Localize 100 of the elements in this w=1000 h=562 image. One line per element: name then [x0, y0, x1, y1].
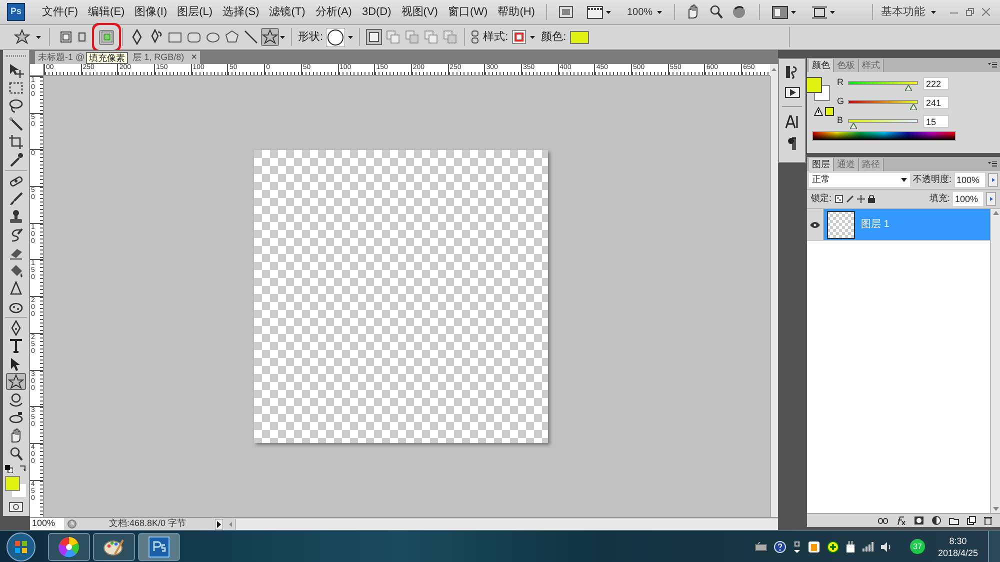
close-icon[interactable]: [982, 8, 990, 16]
show-desktop-button[interactable]: [988, 531, 1000, 562]
half-circle-icon[interactable]: [932, 516, 941, 525]
opacity-field[interactable]: 100%: [954, 173, 985, 187]
menu-item[interactable]: 滤镜(T): [264, 4, 310, 20]
tool-button[interactable]: [6, 373, 26, 390]
caret-icon[interactable]: [280, 36, 285, 38]
caret-icon[interactable]: [931, 10, 936, 14]
style-picker-icon[interactable]: [512, 30, 526, 44]
panel-tab[interactable]: 颜色: [809, 59, 834, 72]
trash-icon[interactable]: [984, 516, 992, 525]
menu-item[interactable]: 分析(A): [310, 4, 357, 20]
tool-button[interactable]: [6, 133, 26, 150]
new-layer-icon[interactable]: [967, 516, 976, 525]
volume-icon[interactable]: [880, 542, 891, 552]
fill-field[interactable]: 100%: [953, 192, 983, 206]
color-spectrum-bar[interactable]: [812, 131, 956, 141]
menu-item[interactable]: 图层(L): [172, 4, 218, 20]
zoom-icon[interactable]: [708, 4, 724, 20]
quick-mask-icon[interactable]: [9, 502, 23, 512]
channel-value-field[interactable]: 222: [923, 76, 949, 90]
signal-icon[interactable]: [862, 542, 874, 552]
gamut-color-swatch[interactable]: [825, 107, 834, 116]
link-icon[interactable]: [471, 30, 480, 44]
tab-close[interactable]: ×: [191, 52, 197, 62]
horizontal-scrollbar[interactable]: [235, 518, 778, 530]
scroll-up-icon[interactable]: [770, 64, 778, 76]
caret-icon[interactable]: [790, 10, 796, 14]
menu-item[interactable]: 图像(I): [130, 4, 172, 20]
shape-tool-button[interactable]: [261, 28, 279, 46]
panel-menu-icon[interactable]: [988, 161, 997, 167]
panel-tab[interactable]: 图层: [809, 158, 834, 171]
channel-value-field[interactable]: 15: [923, 114, 949, 128]
caret-icon[interactable]: [606, 10, 611, 14]
shape-picker-icon[interactable]: [326, 28, 346, 46]
keyboard-icon[interactable]: [754, 542, 767, 551]
color-swatches-drawing[interactable]: [806, 77, 830, 101]
default-colors-icon[interactable]: [5, 465, 13, 473]
scroll-up-icon[interactable]: [992, 211, 998, 215]
mask-icon[interactable]: [914, 516, 924, 525]
new-shape-area-icon[interactable]: [366, 29, 382, 45]
menu-item[interactable]: 编辑(E): [83, 4, 130, 20]
lock-icon[interactable]: [868, 195, 875, 203]
scroll-down-icon[interactable]: [992, 507, 998, 511]
layout-icon[interactable]: [772, 6, 788, 18]
panel-menu-icon[interactable]: [988, 62, 997, 68]
shape-tool-button[interactable]: [242, 28, 260, 46]
workspace-switcher[interactable]: 基本功能: [881, 4, 925, 20]
taskbar-button[interactable]: [138, 532, 180, 560]
screen-mode-icon[interactable]: [812, 6, 827, 18]
caret-icon[interactable]: [656, 10, 662, 14]
swap-colors-icon[interactable]: [19, 465, 27, 473]
menu-item[interactable]: 文件(F): [37, 4, 84, 20]
caret-icon[interactable]: [830, 10, 835, 14]
help-icon[interactable]: [774, 540, 786, 552]
menu-item[interactable]: 窗口(W): [442, 4, 493, 20]
zoom-field[interactable]: 100%: [30, 518, 64, 530]
color-swatch[interactable]: [570, 30, 590, 44]
lock-position-icon[interactable]: [856, 195, 865, 203]
character-panel-icon[interactable]: [785, 115, 799, 129]
menu-item[interactable]: 3D(D): [356, 4, 396, 20]
caret-icon[interactable]: [36, 36, 41, 38]
taskbar-button[interactable]: [93, 532, 135, 560]
paragraph-panel-icon[interactable]: [787, 137, 797, 151]
caret-icon[interactable]: [348, 36, 354, 38]
menu-item[interactable]: 视图(V): [396, 4, 443, 20]
plug-icon[interactable]: [846, 540, 855, 552]
taskbar-button[interactable]: [48, 532, 90, 560]
fill-pixels-icon: [100, 31, 112, 43]
shape-label: 形状:: [298, 30, 324, 45]
actions-panel-icon[interactable]: [784, 87, 800, 98]
fx-icon[interactable]: [896, 516, 906, 525]
box-icon[interactable]: [808, 540, 820, 552]
eyedropper-icon: [8, 152, 24, 168]
vertical-scrollbar[interactable]: [770, 76, 778, 517]
bridge-icon[interactable]: [558, 6, 573, 18]
blend-mode-dropdown[interactable]: 正常: [809, 173, 910, 187]
menu-item[interactable]: 帮助(H): [492, 4, 540, 20]
layer-name: 图层 1: [861, 218, 890, 232]
channel-value-field[interactable]: 241: [923, 96, 949, 108]
document-info: 文档:468.8K/0 字节: [108, 517, 188, 530]
lock-pixels-icon[interactable]: [846, 195, 854, 203]
plus-circle-icon[interactable]: [826, 540, 839, 552]
start-button[interactable]: [6, 532, 36, 562]
clock-date[interactable]: 2018/4/25: [938, 546, 978, 558]
star-shape-icon[interactable]: [14, 29, 32, 45]
filmstrip-icon[interactable]: [586, 6, 603, 18]
lock-transparency-icon[interactable]: [834, 195, 843, 203]
mode-button[interactable]: [58, 30, 73, 44]
folder-icon[interactable]: [949, 516, 959, 524]
play-icon[interactable]: [215, 518, 223, 530]
caret-icon[interactable]: [530, 36, 536, 38]
link-icon[interactable]: [878, 518, 888, 524]
zoom-level[interactable]: 100%: [626, 4, 653, 20]
color-swatches-drawing[interactable]: [5, 476, 27, 498]
tray-expand-icon[interactable]: [792, 540, 801, 552]
clock-time[interactable]: 8:30: [949, 534, 967, 546]
eye-icon[interactable]: [810, 222, 820, 228]
menu-item[interactable]: 选择(S): [218, 4, 264, 20]
restore-icon[interactable]: [966, 8, 974, 16]
